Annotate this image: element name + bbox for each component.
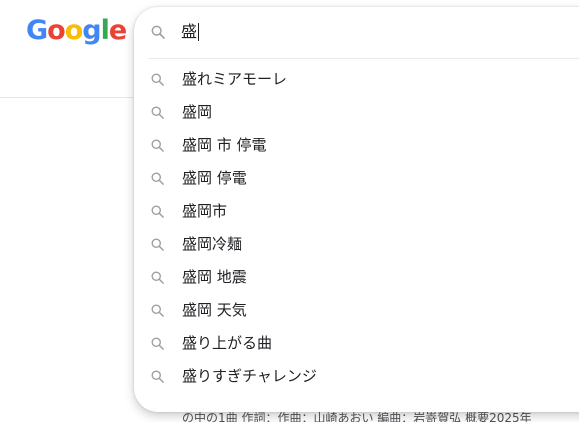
logo-letter: G	[26, 15, 48, 46]
suggestion-item[interactable]: 盛岡 市 停電	[134, 129, 579, 162]
suggestion-label: 盛岡 天気	[182, 301, 247, 319]
suggestion-item[interactable]: 盛り上がる曲	[134, 327, 579, 360]
logo-letter: o	[64, 15, 84, 46]
search-box[interactable]: 盛	[134, 7, 579, 55]
suggestion-item[interactable]: 盛岡 停電	[134, 162, 579, 195]
logo-letter: e	[108, 15, 127, 46]
search-icon	[151, 106, 164, 119]
search-autocomplete-panel: 盛 盛れミアモーレ 盛岡 盛岡 市 停電 盛岡 停電 盛岡市 盛岡冷麺 盛岡 地…	[134, 7, 579, 412]
search-icon	[151, 25, 165, 39]
search-page: Google の中の1曲 作詞：作曲：山崎あおい 編曲：岩嵜賀弘 概要2025年…	[0, 0, 579, 422]
suggestion-label: 盛岡冷麺	[182, 235, 243, 253]
suggestion-item[interactable]: 盛れミアモーレ	[134, 63, 579, 96]
search-icon	[151, 139, 164, 152]
text-cursor	[198, 23, 200, 41]
suggestion-list: 盛れミアモーレ 盛岡 盛岡 市 停電 盛岡 停電 盛岡市 盛岡冷麺 盛岡 地震 …	[134, 63, 579, 393]
suggestion-label: 盛岡 停電	[182, 169, 247, 187]
logo-letter: o	[47, 15, 66, 46]
suggestion-item[interactable]: 盛りすぎチャレンジ	[134, 360, 579, 393]
suggestion-item[interactable]: 盛岡 地震	[134, 261, 579, 294]
search-icon	[151, 73, 164, 86]
search-icon	[151, 370, 164, 383]
suggestion-label: 盛岡 地震	[182, 268, 247, 286]
search-icon	[151, 172, 164, 185]
suggestion-label: 盛岡市	[182, 202, 228, 220]
search-icon	[151, 337, 164, 350]
suggestion-item[interactable]: 盛岡	[134, 96, 579, 129]
suggestion-label: 盛りすぎチャレンジ	[182, 367, 317, 385]
logo-letter: l	[100, 15, 110, 46]
suggestion-item[interactable]: 盛岡 天気	[134, 294, 579, 327]
suggestion-label: 盛り上がる曲	[182, 334, 273, 352]
suggestion-label: 盛岡 市 停電	[182, 136, 267, 154]
search-icon	[151, 271, 164, 284]
search-icon	[151, 205, 164, 218]
search-input[interactable]: 盛	[181, 19, 200, 45]
search-icon	[151, 304, 164, 317]
search-icon	[151, 238, 164, 251]
suggestion-label: 盛れミアモーレ	[182, 70, 288, 88]
suggestion-label: 盛岡	[182, 103, 213, 121]
panel-divider	[148, 58, 579, 59]
google-logo[interactable]: Google	[26, 14, 127, 48]
logo-letter: g	[82, 15, 101, 46]
suggestion-item[interactable]: 盛岡冷麺	[134, 228, 579, 261]
result-snippet: の中の1曲 作詞：作曲：山崎あおい 編曲：岩嵜賀弘 概要2025年	[182, 411, 532, 422]
suggestion-item[interactable]: 盛岡市	[134, 195, 579, 228]
search-query-text: 盛	[181, 22, 198, 41]
